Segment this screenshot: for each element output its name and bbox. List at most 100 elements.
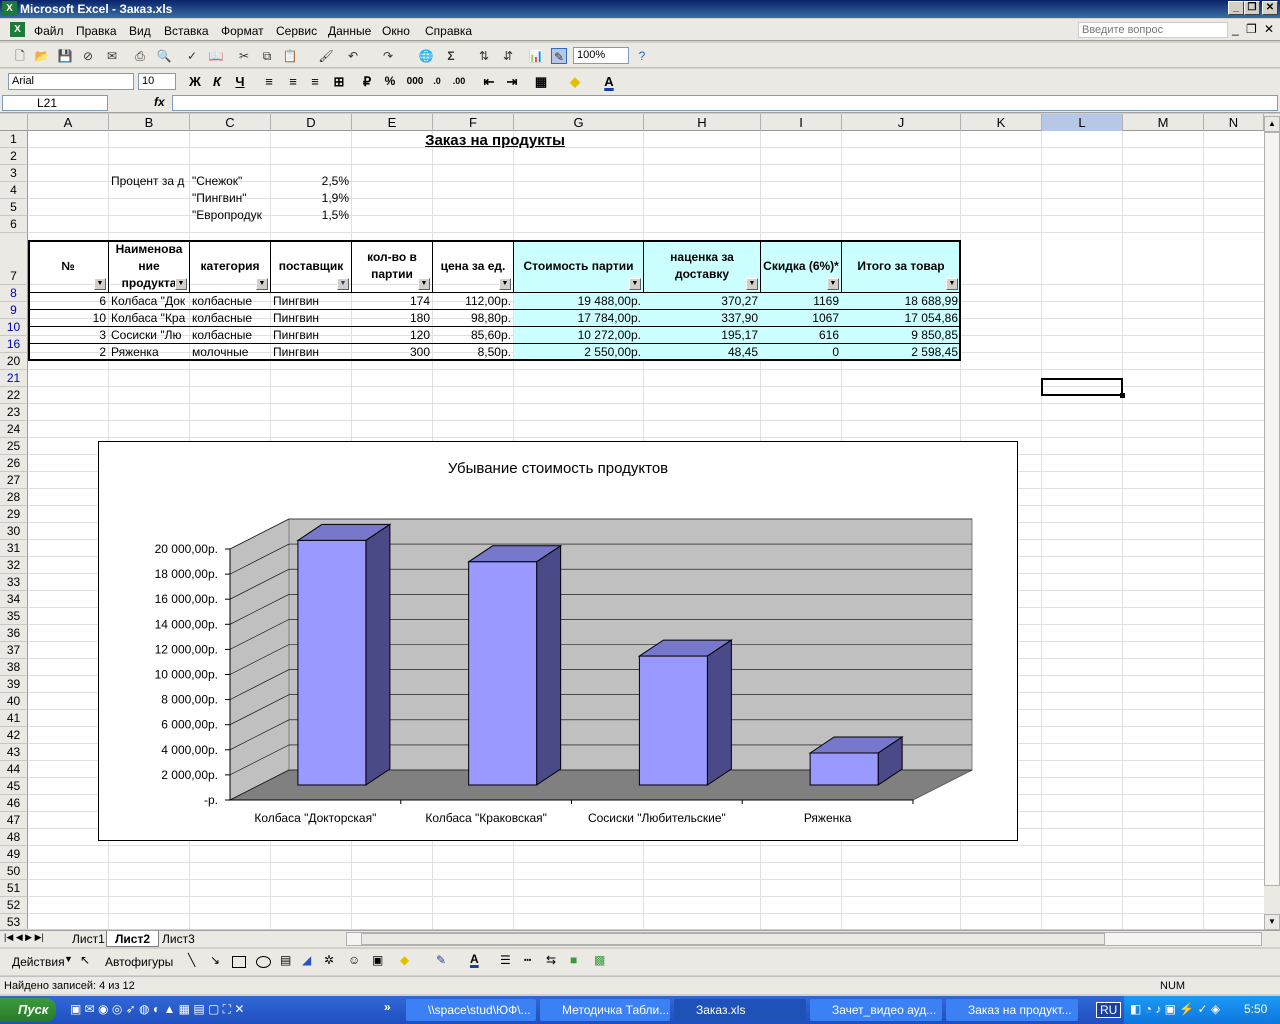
format-painter-icon[interactable]: 🖌: [318, 48, 334, 64]
row-header[interactable]: 38: [0, 659, 28, 676]
open-icon[interactable]: 📂: [34, 48, 50, 64]
table-cell[interactable]: Колбаса "Док: [111, 293, 190, 310]
row-header[interactable]: 10: [0, 319, 28, 336]
currency-icon[interactable]: ₽: [358, 73, 376, 90]
table-cell[interactable]: 195,17: [646, 327, 761, 344]
help-icon[interactable]: ?: [634, 48, 650, 64]
table-cell[interactable]: 9 850,85: [844, 327, 961, 344]
research-icon[interactable]: 📖: [208, 48, 224, 64]
arrow-icon[interactable]: ↘: [210, 953, 220, 967]
row-header[interactable]: 33: [0, 574, 28, 591]
save-icon[interactable]: 💾: [57, 48, 73, 64]
select-all-corner[interactable]: [0, 114, 28, 131]
workbook-icon[interactable]: X: [10, 22, 25, 37]
3d-icon[interactable]: ▩: [594, 953, 605, 967]
fill-handle[interactable]: [1120, 393, 1125, 398]
row-header[interactable]: 35: [0, 608, 28, 625]
row-header[interactable]: 22: [0, 387, 28, 404]
font-name-select[interactable]: Arial: [8, 73, 134, 90]
column-header-n[interactable]: N: [1204, 114, 1264, 131]
italic-button[interactable]: К: [208, 73, 226, 90]
shadow-icon[interactable]: ■: [570, 953, 577, 967]
row-header[interactable]: 40: [0, 693, 28, 710]
draw-actions-menu[interactable]: Действия: [12, 955, 65, 969]
task-excel-video[interactable]: Зачет_видео ауд...: [810, 999, 942, 1021]
font-size-select[interactable]: 10: [138, 73, 176, 90]
sort-asc-icon[interactable]: ⇅: [476, 48, 492, 64]
ask-question-input[interactable]: Введите вопрос: [1078, 22, 1228, 38]
column-header-d[interactable]: D: [271, 114, 352, 131]
row-header[interactable]: 47: [0, 812, 28, 829]
draw-font-color-icon[interactable]: A: [470, 952, 479, 966]
menu-view[interactable]: Вид: [129, 24, 151, 38]
autofilter-dropdown-icon[interactable]: ▼: [175, 278, 187, 290]
table-cell[interactable]: 17 784,00р.: [516, 310, 644, 327]
row-header[interactable]: 16: [0, 336, 28, 353]
row-header[interactable]: 52: [0, 897, 28, 914]
table-cell[interactable]: 337,90: [646, 310, 761, 327]
diagram-icon[interactable]: ✲: [324, 953, 334, 967]
table-cell[interactable]: 174: [354, 293, 433, 310]
rectangle-icon[interactable]: [232, 956, 246, 968]
percent-button[interactable]: %: [381, 73, 399, 90]
column-header-j[interactable]: J: [842, 114, 961, 131]
autofilter-dropdown-icon[interactable]: ▼: [94, 278, 106, 290]
email-icon[interactable]: ✉: [104, 48, 120, 64]
table-cell[interactable]: 10: [30, 310, 109, 327]
drawing-icon[interactable]: ✎: [551, 48, 567, 64]
column-header-a[interactable]: A: [28, 114, 109, 131]
print-icon[interactable]: ⎙: [132, 48, 148, 64]
dropdown-arrow-icon[interactable]: ▼: [64, 954, 73, 964]
table-cell[interactable]: Пингвин: [273, 310, 352, 327]
dash-style-icon[interactable]: ┅: [524, 953, 531, 967]
align-center-icon[interactable]: ≡: [284, 73, 302, 90]
chart-area[interactable]: Убывание стоимость продуктов -р. 2 000,00…: [98, 441, 1018, 841]
autofilter-dropdown-icon[interactable]: ▼: [629, 278, 641, 290]
wordart-icon[interactable]: ◢: [302, 953, 311, 967]
table-cell[interactable]: 616: [763, 327, 842, 344]
decrease-indent-icon[interactable]: ⇤: [480, 73, 498, 90]
autofilter-dropdown-icon[interactable]: ▼: [499, 278, 511, 290]
row-header[interactable]: 30: [0, 523, 28, 540]
textbox-icon[interactable]: ▤: [280, 953, 291, 967]
column-header-k[interactable]: K: [961, 114, 1042, 131]
task-word-doc[interactable]: Методичка Табли...: [540, 999, 670, 1021]
table-cell[interactable]: 112,00р.: [435, 293, 514, 310]
menu-edit[interactable]: Правка: [76, 24, 117, 38]
table-cell[interactable]: Пингвин: [273, 344, 352, 361]
doc-restore-button[interactable]: ❐: [1246, 22, 1257, 36]
row-header[interactable]: 42: [0, 727, 28, 744]
draw-fill-color-icon[interactable]: ◆: [400, 953, 409, 967]
row-header[interactable]: 24: [0, 421, 28, 438]
table-cell[interactable]: 120: [354, 327, 433, 344]
copy-icon[interactable]: ⧉: [259, 48, 275, 64]
task-excel-active[interactable]: Заказ.xls: [674, 999, 806, 1021]
table-cell[interactable]: 17 054,86: [844, 310, 961, 327]
quick-launch-icons[interactable]: ▣ ✉ ◉ ◎ ➶ ◍ ◐ ▲ ▦ ▤ ▢ ⛶ ✕: [70, 1002, 244, 1017]
clipart-icon[interactable]: ☺: [348, 953, 360, 967]
zoom-select[interactable]: 100%: [573, 47, 629, 64]
decrease-decimal-icon[interactable]: .00: [450, 73, 468, 90]
row-header[interactable]: 3: [0, 165, 28, 182]
task-excel-order[interactable]: Заказ на продукт...: [946, 999, 1078, 1021]
language-indicator[interactable]: RU: [1096, 1002, 1122, 1018]
merge-center-icon[interactable]: ⊞: [330, 73, 348, 90]
fx-icon[interactable]: fx: [154, 95, 165, 109]
line-color-icon[interactable]: ✎: [436, 953, 446, 967]
table-cell[interactable]: 0: [763, 344, 842, 361]
hscroll-thumb[interactable]: [361, 933, 1105, 945]
spelling-icon[interactable]: ✓: [184, 48, 200, 64]
column-header-m[interactable]: M: [1123, 114, 1204, 131]
autofilter-dropdown-icon[interactable]: ▼: [946, 278, 958, 290]
autoshapes-menu[interactable]: Автофигуры: [105, 955, 173, 969]
borders-icon[interactable]: ▦: [532, 73, 550, 90]
name-box[interactable]: L21: [2, 95, 108, 111]
start-button[interactable]: Пуск: [0, 998, 56, 1022]
minimize-button[interactable]: _: [1228, 1, 1244, 15]
redo-icon[interactable]: ↷: [380, 48, 396, 64]
autofilter-dropdown-icon[interactable]: ▼: [827, 278, 839, 290]
active-cell-l21[interactable]: [1041, 378, 1123, 396]
row-header[interactable]: 5: [0, 199, 28, 216]
table-cell[interactable]: 300: [354, 344, 433, 361]
arrow-style-icon[interactable]: ⇆: [546, 953, 556, 967]
